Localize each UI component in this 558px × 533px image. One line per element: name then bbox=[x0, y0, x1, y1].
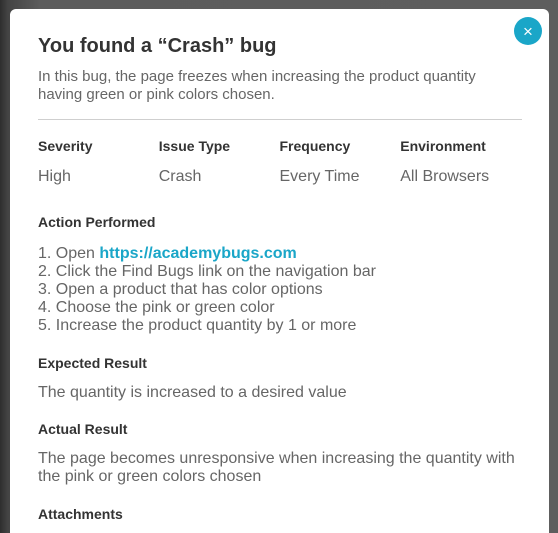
attachments-heading: Attachments bbox=[38, 506, 123, 522]
meta-value: All Browsers bbox=[400, 168, 490, 185]
meta-value: Every Time bbox=[279, 168, 360, 185]
step-text: Choose the pink or green color bbox=[55, 299, 275, 316]
expected-result-heading: Expected Result bbox=[38, 355, 147, 371]
step-number: 1. bbox=[38, 245, 56, 262]
bug-details-modal: × You found a “Crash” bug In this bug, t… bbox=[10, 9, 549, 533]
meta-label: Environment bbox=[400, 138, 486, 154]
meta-frequency: Frequency Every Time bbox=[280, 138, 401, 186]
list-item: 1. Open https://academybugs.com bbox=[38, 245, 521, 263]
close-icon: × bbox=[523, 21, 533, 41]
meta-severity: Severity High bbox=[38, 138, 159, 186]
meta-label: Frequency bbox=[279, 138, 351, 154]
steps-list: 1. Open https://academybugs.com 2. Click… bbox=[38, 245, 521, 335]
step-number: 3. bbox=[38, 281, 56, 298]
meta-issue-type: Issue Type Crash bbox=[159, 138, 280, 186]
expected-result-text: The quantity is increased to a desired v… bbox=[38, 384, 347, 401]
actual-result-text: The page becomes unresponsive when incre… bbox=[38, 450, 515, 485]
step-number: 4. bbox=[38, 299, 56, 316]
step-text: Increase the product quantity by 1 or mo… bbox=[55, 317, 357, 334]
list-item: 3. Open a product that has color options bbox=[38, 281, 521, 299]
meta-environment: Environment All Browsers bbox=[400, 138, 521, 186]
close-button[interactable]: × bbox=[514, 17, 542, 45]
modal-title: You found a “Crash” bug bbox=[38, 35, 277, 57]
action-performed-heading: Action Performed bbox=[38, 214, 156, 230]
meta-label: Severity bbox=[38, 138, 93, 154]
divider bbox=[38, 119, 522, 120]
step-text: Open a product that has color options bbox=[55, 281, 323, 298]
meta-value: High bbox=[38, 168, 71, 185]
list-item: 5. Increase the product quantity by 1 or… bbox=[38, 317, 521, 335]
meta-value: Crash bbox=[158, 168, 202, 185]
step-text: Click the Find Bugs link on the navigati… bbox=[55, 263, 376, 280]
bug-description: In this bug, the page freezes when incre… bbox=[38, 68, 476, 103]
step-number: 2. bbox=[38, 263, 56, 280]
actual-result-heading: Actual Result bbox=[38, 421, 128, 437]
step-number: 5. bbox=[38, 317, 56, 334]
step-text: Open bbox=[55, 245, 100, 262]
meta-label: Issue Type bbox=[158, 138, 231, 154]
list-item: 4. Choose the pink or green color bbox=[38, 299, 521, 317]
bug-meta: Severity High Issue Type Crash Frequency… bbox=[38, 138, 521, 186]
list-item: 2. Click the Find Bugs link on the navig… bbox=[38, 263, 521, 281]
academybugs-link[interactable]: https://academybugs.com bbox=[99, 245, 296, 262]
